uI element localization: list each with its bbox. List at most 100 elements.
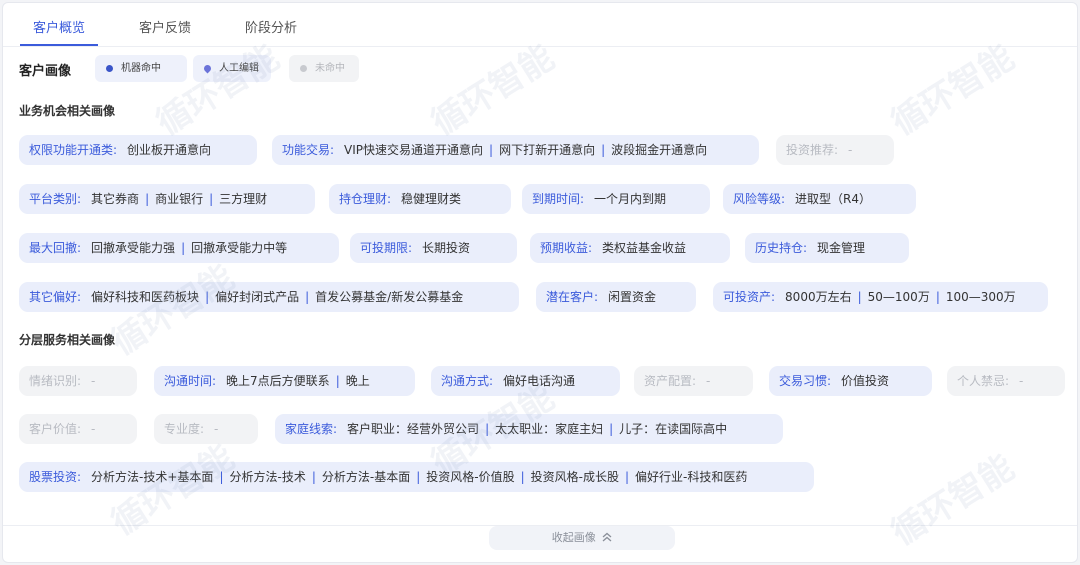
value-separator: | xyxy=(305,290,310,304)
tag-value: 类权益基金收益 xyxy=(602,241,687,255)
tab-bar: 客户概览 客户反馈 阶段分析 xyxy=(3,3,1077,47)
tag-value: 稳健理财类 xyxy=(401,192,462,206)
profile-tag[interactable]: 家庭线索: 客户职业：经营外贸公司 | 太太职业：家庭主妇 | 儿子：在读国际高中 xyxy=(275,414,783,444)
profile-tag[interactable]: 持仓理财: 稳健理财类 xyxy=(329,184,511,214)
profile-tag[interactable]: 平台类别: 其它券商 | 商业银行 | 三方理财 xyxy=(19,184,315,214)
tag-value: 投资风格-成长股 xyxy=(530,470,619,484)
collapse-label: 收起画像 xyxy=(551,531,596,544)
customer-profile-card: 客户概览 客户反馈 阶段分析 客户画像 机器命中 人工编辑 未命中 业务机会相关… xyxy=(2,2,1078,563)
tag-key: 资产配置: xyxy=(644,374,697,388)
tag-key: 风险等级: xyxy=(733,192,786,206)
profile-tag[interactable]: 沟通时间: 晚上7点后方便联系 | 晚上 xyxy=(154,366,415,396)
value-separator: | xyxy=(335,374,340,388)
profile-tag[interactable]: 到期时间: 一个月内到期 xyxy=(522,184,710,214)
drop-icon xyxy=(202,63,213,74)
profile-tag[interactable]: 风险等级: 进取型（R4） xyxy=(723,184,916,214)
tag-key: 平台类别: xyxy=(29,192,82,206)
value-separator: | xyxy=(857,290,862,304)
profile-tag[interactable]: 专业度: - xyxy=(154,414,258,444)
profile-title: 客户画像 xyxy=(19,64,72,79)
profile-tag[interactable]: 交易习惯: 价值投资 xyxy=(769,366,932,396)
value-separator: | xyxy=(145,192,150,206)
tag-values: 闲置资金 xyxy=(608,290,656,304)
value-separator: | xyxy=(625,470,630,484)
tag-value: 偏好封闭式产品 xyxy=(215,290,300,304)
tag-key: 可投期限: xyxy=(360,241,413,255)
tag-values: 8000万左右 | 50—100万 | 100—300万 xyxy=(785,290,1016,304)
tag-value: 首发公募基金/新发公募基金 xyxy=(315,290,464,304)
watermark-text: 循环智能 xyxy=(149,37,287,144)
tag-value: 波段掘金开通意向 xyxy=(611,143,708,157)
watermark-text: 循环智能 xyxy=(884,37,1022,144)
value-separator: | xyxy=(219,470,224,484)
tab-customer-feedback[interactable]: 客户反馈 xyxy=(139,17,191,36)
tag-key: 历史持仓: xyxy=(755,241,808,255)
profile-tag[interactable]: 沟通方式: 偏好电话沟通 xyxy=(431,366,620,396)
legend-label: 人工编辑 xyxy=(219,63,259,74)
profile-tag[interactable]: 股票投资: 分析方法-技术+基本面 | 分析方法-技术 | 分析方法-基本面 | 投资风格-价… xyxy=(19,462,814,492)
section-business-opportunity-title: 业务机会相关画像 xyxy=(19,104,116,118)
tag-key: 到期时间: xyxy=(532,192,585,206)
tag-values: - xyxy=(91,422,95,436)
tag-value: 价值投资 xyxy=(841,374,890,388)
profile-tag[interactable]: 最大回撤: 回撤承受能力强 | 回撤承受能力中等 xyxy=(19,233,339,263)
tag-value: 回撤承受能力中等 xyxy=(191,241,288,255)
value-separator: | xyxy=(209,192,214,206)
tag-values: 分析方法-技术+基本面 | 分析方法-技术 | 分析方法-基本面 | 投资风格-价值股 | 投资… xyxy=(91,470,747,484)
tag-value: 晚上7点后方便联系 xyxy=(226,374,330,388)
tag-value: 偏好电话沟通 xyxy=(503,374,576,388)
tab-stage-analysis[interactable]: 阶段分析 xyxy=(245,17,297,36)
tag-values: 现金管理 xyxy=(817,241,865,255)
profile-tag[interactable]: 预期收益: 类权益基金收益 xyxy=(530,233,730,263)
value-separator: | xyxy=(311,470,316,484)
tag-value: 现金管理 xyxy=(817,241,866,255)
tag-value: - xyxy=(1019,374,1024,388)
tag-value: - xyxy=(214,422,219,436)
tag-value: 分析方法-技术 xyxy=(229,470,306,484)
profile-tag[interactable]: 潜在客户: 闲置资金 xyxy=(536,282,696,312)
tag-value: 网下打新开通意向 xyxy=(499,143,596,157)
profile-tag[interactable]: 情绪识别: - xyxy=(19,366,137,396)
tag-value: 分析方法-基本面 xyxy=(321,470,411,484)
tab-customer-overview[interactable]: 客户概览 xyxy=(33,17,85,36)
collapse-profile-button[interactable]: 收起画像 xyxy=(489,526,675,550)
profile-tag[interactable]: 客户价值: - xyxy=(19,414,137,444)
profile-tag[interactable]: 个人禁忌: - xyxy=(947,366,1065,396)
profile-tag[interactable]: 功能交易: VIP快速交易通道开通意向 | 网下打新开通意向 | 波段掘金开通意向 xyxy=(272,135,759,165)
tag-values: 长期投资 xyxy=(422,241,470,255)
tag-key: 个人禁忌: xyxy=(957,374,1010,388)
tag-values: 偏好电话沟通 xyxy=(503,374,575,388)
tag-value: - xyxy=(706,374,711,388)
tag-key: 客户价值: xyxy=(29,422,82,436)
profile-tag[interactable]: 权限功能开通类: 创业板开通意向 xyxy=(19,135,257,165)
tag-key: 最大回撤: xyxy=(29,241,82,255)
profile-tag[interactable]: 资产配置: - xyxy=(634,366,753,396)
legend-manual-edit: 人工编辑 xyxy=(193,55,271,82)
profile-tag[interactable]: 历史持仓: 现金管理 xyxy=(745,233,909,263)
tag-values: - xyxy=(848,143,852,157)
tag-values: 价值投资 xyxy=(841,374,889,388)
tag-values: 客户职业：经营外贸公司 | 太太职业：家庭主妇 | 儿子：在读国际高中 xyxy=(347,422,727,436)
tag-value: 商业银行 xyxy=(155,192,204,206)
value-separator: | xyxy=(935,290,940,304)
tag-values: 晚上7点后方便联系 | 晚上 xyxy=(226,374,370,388)
tag-values: - xyxy=(1019,374,1023,388)
tag-key: 预期收益: xyxy=(540,241,593,255)
tag-value: 创业板开通意向 xyxy=(127,143,212,157)
tag-key: 可投资产: xyxy=(723,290,776,304)
profile-tag[interactable]: 可投资产: 8000万左右 | 50—100万 | 100—300万 xyxy=(713,282,1048,312)
watermark-text: 循环智能 xyxy=(424,37,562,144)
value-separator: | xyxy=(416,470,421,484)
profile-tag[interactable]: 可投期限: 长期投资 xyxy=(350,233,517,263)
value-separator: | xyxy=(485,422,490,436)
value-separator: | xyxy=(601,143,606,157)
tag-values: 稳健理财类 xyxy=(401,192,461,206)
legend-label: 机器命中 xyxy=(121,63,161,74)
tag-value: 长期投资 xyxy=(422,241,471,255)
section-layered-service-title: 分层服务相关画像 xyxy=(19,333,116,347)
tag-key: 沟通方式: xyxy=(441,374,494,388)
profile-tag[interactable]: 投资推荐: - xyxy=(776,135,894,165)
tag-value: - xyxy=(91,422,96,436)
tag-key: 交易习惯: xyxy=(779,374,832,388)
profile-tag[interactable]: 其它偏好: 偏好科技和医药板块 | 偏好封闭式产品 | 首发公募基金/新发公募基金 xyxy=(19,282,519,312)
